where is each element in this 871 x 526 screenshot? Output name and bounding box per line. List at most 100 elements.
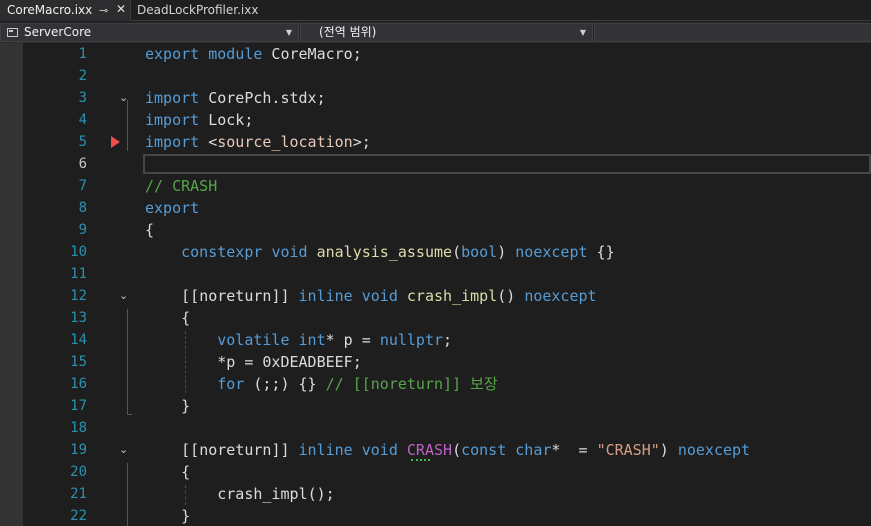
code-line[interactable]: 20 { (0, 461, 871, 483)
code-text[interactable]: [[noreturn]] inline void crash_impl() no… (145, 285, 597, 307)
code-line[interactable]: 16 for (;;) {} // [[noreturn]] 보장 (0, 373, 871, 395)
code-line[interactable]: 7 // CRASH (0, 175, 871, 197)
scope-label: (전역 범위) (319, 25, 377, 39)
keyword: char (515, 441, 552, 459)
code-editor[interactable]: 1 export module CoreMacro; 2 3 ⌄ import … (0, 43, 871, 526)
keyword: noexcept (524, 287, 597, 305)
code-fragment: ) (497, 243, 507, 261)
line-number: 21 (70, 486, 87, 502)
code-line[interactable]: 17 } (0, 395, 871, 417)
keyword: volatile (217, 331, 290, 349)
code-line[interactable]: 5 import <source_location>; (0, 131, 871, 153)
chevron-down-icon[interactable]: ⌄ (119, 91, 128, 105)
project-label: ServerCore (24, 25, 92, 39)
code-line[interactable]: 2 (0, 65, 871, 87)
code-fragment: >; (352, 133, 371, 151)
comment: // [[noreturn]] 보장 (325, 375, 498, 393)
code-line[interactable]: 18 (0, 417, 871, 439)
line-number: 14 (70, 332, 87, 348)
keyword: module (208, 45, 263, 63)
dropdown-arrow-icon[interactable]: ▼ (286, 24, 292, 41)
chevron-down-icon[interactable]: ⌄ (119, 289, 128, 303)
code-line[interactable]: 9 { (0, 219, 871, 241)
code-text[interactable]: // CRASH (145, 175, 217, 197)
code-fragment: [[ (181, 287, 200, 305)
attribute: noreturn (199, 287, 272, 305)
code-text[interactable]: crash_impl(); (145, 483, 335, 505)
close-icon[interactable]: ✕ (116, 0, 126, 20)
code-fragment: CoreMacro; (262, 45, 362, 63)
code-fragment: ; (443, 331, 453, 349)
code-line[interactable]: 13 { (0, 307, 871, 329)
project-dropdown[interactable]: ServerCore ▼ (0, 23, 299, 42)
code-fragment: (); (307, 485, 335, 503)
code-line[interactable]: 3 ⌄ import CorePch.stdx; (0, 87, 871, 109)
code-line[interactable]: 22 } (0, 505, 871, 526)
chevron-down-icon[interactable]: ⌄ (119, 443, 128, 457)
line-number: 5 (78, 134, 87, 150)
code-line[interactable]: 14 volatile int* p = nullptr; (0, 329, 871, 351)
code-text[interactable]: constexpr void analysis_assume(bool) noe… (145, 241, 615, 263)
code-line[interactable]: 4 import Lock; (0, 109, 871, 131)
code-line[interactable]: 12 ⌄ [[noreturn]] inline void crash_impl… (0, 285, 871, 307)
dropdown-arrow-icon[interactable]: ▼ (580, 24, 586, 41)
line-number: 12 (70, 288, 87, 304)
code-fragment: ]] (271, 287, 299, 305)
code-text[interactable]: } (145, 395, 190, 417)
scope-dropdown[interactable]: (전역 범위) ▼ (300, 23, 593, 42)
keyword: export (145, 199, 200, 217)
keyword: bool (461, 243, 498, 261)
code-line[interactable]: 10 constexpr void analysis_assume(bool) … (0, 241, 871, 263)
function-name: analysis_assume (316, 243, 453, 261)
keyword: for (217, 375, 245, 393)
code-text[interactable]: } (145, 505, 190, 526)
comment: // CRASH (145, 177, 218, 195)
line-number: 20 (70, 464, 87, 480)
line-number: 9 (78, 222, 87, 238)
code-line[interactable]: 21 crash_impl(); (0, 483, 871, 505)
code-text[interactable]: [[noreturn]] inline void CRASH(const cha… (145, 439, 750, 461)
code-line[interactable]: 15 *p = 0xDEADBEEF; (0, 351, 871, 373)
code-line-current[interactable]: 6 (0, 153, 871, 175)
line-number: 16 (70, 376, 87, 392)
keyword: void (271, 243, 308, 261)
line-number: 13 (70, 310, 87, 326)
code-text[interactable]: volatile int* p = nullptr; (145, 329, 452, 351)
current-line-highlight (143, 154, 871, 174)
breakpoint-arrow-icon[interactable] (111, 136, 120, 148)
code-text[interactable]: { (145, 307, 190, 329)
line-number: 17 (70, 398, 87, 414)
code-text[interactable]: for (;;) {} // [[noreturn]] 보장 (145, 373, 498, 395)
code-text[interactable]: import <source_location>; (145, 131, 371, 153)
code-fragment: {} (587, 243, 615, 261)
code-text[interactable]: import CorePch.stdx; (145, 87, 326, 109)
code-text[interactable]: export (145, 197, 199, 219)
code-text[interactable]: import Lock; (145, 109, 253, 131)
code-text[interactable]: *p = 0xDEADBEEF; (145, 351, 362, 373)
line-number: 3 (78, 90, 87, 106)
keyword: inline (298, 287, 353, 305)
line-number: 11 (70, 266, 87, 282)
code-line[interactable]: 19 ⌄ [[noreturn]] inline void CRASH(cons… (0, 439, 871, 461)
code-line[interactable]: 11 (0, 263, 871, 285)
code-text[interactable]: export module CoreMacro; (145, 43, 362, 65)
pin-icon[interactable]: ⊸ (99, 0, 108, 21)
line-number: 19 (70, 442, 87, 458)
member-dropdown[interactable] (594, 23, 871, 42)
code-line[interactable]: 1 export module CoreMacro; (0, 43, 871, 65)
code-line[interactable]: 8 export (0, 197, 871, 219)
keyword: import (145, 133, 200, 151)
code-fragment: (;;) {} (244, 375, 326, 393)
code-text[interactable]: { (145, 219, 154, 241)
tab-coremacro[interactable]: CoreMacro.ixx ⊸ ✕ (0, 0, 131, 21)
keyword: nullptr (379, 331, 444, 349)
code-text[interactable]: { (145, 461, 190, 483)
navigation-bar: ServerCore ▼ (전역 범위) ▼ (0, 22, 871, 43)
line-number: 22 (70, 508, 87, 524)
tab-deadlockprofiler[interactable]: DeadLockProfiler.ixx (131, 0, 289, 21)
